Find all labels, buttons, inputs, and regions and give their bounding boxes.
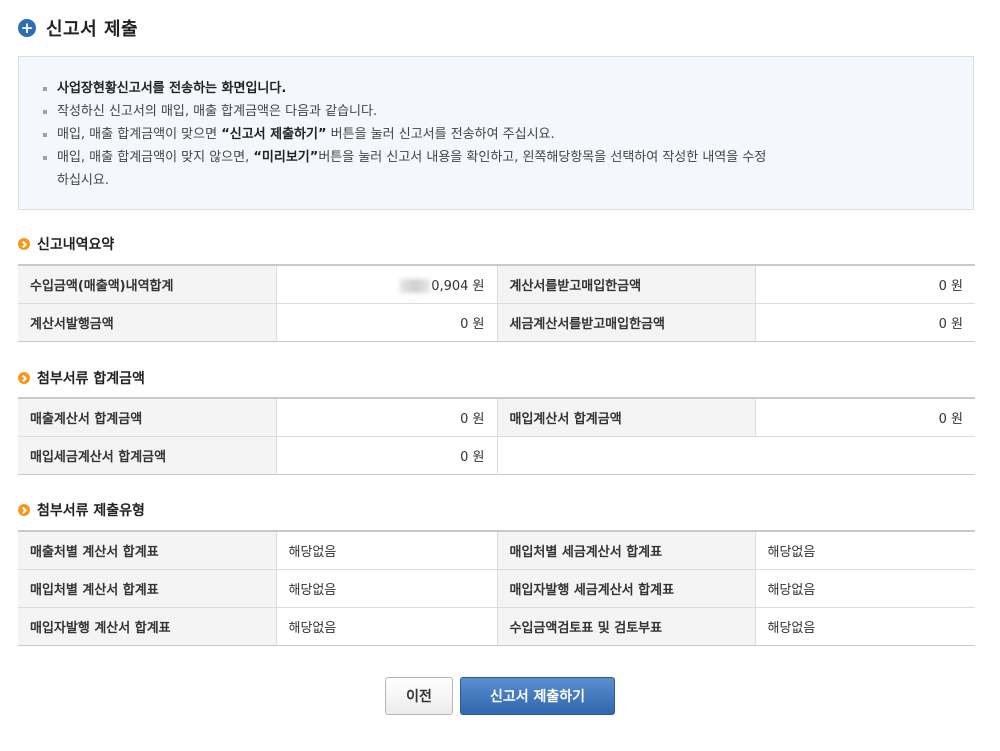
- table-value: 해당없음: [276, 607, 498, 645]
- table-row: 매출계산서 합계금액 0 원 매입계산서 합계금액 0 원: [18, 398, 975, 437]
- table-label: 매입처별 세금계산서 합계표: [497, 531, 756, 570]
- notice-box: 사업장현황신고서를 전송하는 화면입니다. 작성하신 신고서의 매입, 매출 합…: [18, 56, 974, 210]
- table-label: 매입세금계산서 합계금액: [18, 436, 277, 474]
- attach-type-table: 매출처별 계산서 합계표 해당없음 매입처별 세금계산서 합계표 해당없음 매입…: [18, 530, 975, 646]
- table-empty-cell: [755, 436, 975, 474]
- table-label: 매입자발행 세금계산서 합계표: [497, 569, 756, 608]
- table-row: 매입처별 계산서 합계표 해당없음 매입자발행 세금계산서 합계표 해당없음: [18, 569, 975, 608]
- table-value: 0 원: [938, 316, 963, 332]
- summary-table: 수입금액(매출액)내역합계 0,904 원 계산서를받고매입한금액 0 원 계산…: [18, 264, 975, 342]
- table-empty-cell: [497, 436, 755, 474]
- chevron-bullet-icon: [18, 238, 30, 250]
- attach-total-table: 매출계산서 합계금액 0 원 매입계산서 합계금액 0 원 매입세금계산서 합계…: [18, 397, 975, 475]
- table-value: 해당없음: [767, 620, 816, 636]
- table-label: 매입자발행 계산서 합계표: [18, 607, 277, 645]
- page-title: 신고서 제출: [46, 19, 139, 40]
- table-label: 매출계산서 합계금액: [18, 398, 277, 437]
- notice-text: 버튼을 눌러 신고서 내용을 확인하고, 왼쪽해당항목을 선택하여 작성한 내역…: [318, 150, 767, 165]
- notice-text: 매입, 매출 합계금액이 맞지 않으면,: [57, 150, 254, 165]
- plus-circle-icon: +: [18, 19, 36, 37]
- notice-line-2: 작성하신 신고서의 매입, 매출 합계금액은 다음과 같습니다.: [43, 100, 973, 123]
- section-title-attach-total: 첨부서류 합계금액: [18, 368, 145, 388]
- table-label: 세금계산서를받고매입한금액: [497, 303, 756, 341]
- notice-text: 매입, 매출 합계금액이 맞으면: [57, 127, 222, 142]
- notice-line-4: 매입, 매출 합계금액이 맞지 않으면, “미리보기”버튼을 눌러 신고서 내용…: [43, 146, 973, 169]
- chevron-bullet-icon: [18, 372, 30, 384]
- table-value: 0 원: [276, 303, 498, 341]
- table-row: 매입세금계산서 합계금액 0 원: [18, 436, 975, 474]
- table-value: 0 원: [755, 398, 975, 437]
- section-title-summary: 신고내역요약: [18, 234, 114, 254]
- notice-line-4-cont: 하십시요.: [57, 173, 109, 188]
- table-value: 해당없음: [276, 531, 498, 570]
- table-value: 해당없음: [755, 531, 975, 570]
- notice-text: 작성하신 신고서의 매입, 매출 합계금액은 다음과 같습니다.: [57, 104, 378, 119]
- chevron-bullet-icon: [18, 504, 30, 516]
- prev-button[interactable]: 이전: [385, 677, 453, 715]
- table-label: 계산서발행금액: [18, 303, 277, 341]
- submit-report-button[interactable]: 신고서 제출하기: [460, 677, 615, 715]
- table-label: 매출처별 계산서 합계표: [18, 531, 277, 570]
- table-value: 0 원: [276, 398, 498, 437]
- notice-line-1: 사업장현황신고서를 전송하는 화면입니다.: [43, 77, 973, 100]
- page-header: + 신고서 제출: [18, 14, 138, 42]
- section-title-text: 신고내역요약: [37, 237, 115, 253]
- table-row: 수입금액(매출액)내역합계 0,904 원 계산서를받고매입한금액 0 원: [18, 265, 975, 304]
- section-title-text: 첨부서류 합계금액: [37, 371, 145, 387]
- table-row: 매출처별 계산서 합계표 해당없음 매입처별 세금계산서 합계표 해당없음: [18, 531, 975, 570]
- section-title-text: 첨부서류 제출유형: [37, 503, 145, 519]
- table-label: 계산서를받고매입한금액: [497, 265, 756, 304]
- notice-emphasis: “미리보기”: [253, 150, 319, 165]
- notice-emphasis: “신고서 제출하기”: [221, 127, 327, 142]
- table-value: 0,904 원: [276, 265, 498, 304]
- table-value: 0 원: [276, 436, 498, 474]
- section-title-attach-type: 첨부서류 제출유형: [18, 500, 145, 520]
- notice-text: 사업장현황신고서를 전송하는 화면입니다.: [57, 81, 287, 96]
- table-label: 매입계산서 합계금액: [497, 398, 756, 437]
- table-row: 매입자발행 계산서 합계표 해당없음 수입금액검토표 및 검토부표 해당없음: [18, 607, 975, 645]
- table-value: 해당없음: [755, 569, 975, 608]
- table-label: 수입금액검토표 및 검토부표: [497, 607, 756, 645]
- table-label: 수입금액(매출액)내역합계: [18, 265, 277, 304]
- notice-text: 버튼을 눌러 신고서를 전송하여 주십시요.: [326, 127, 555, 142]
- table-value: 0 원: [755, 265, 975, 304]
- table-label: 매입처별 계산서 합계표: [18, 569, 277, 608]
- table-value-text: 0,904 원: [431, 278, 485, 294]
- redacted-mark: [400, 279, 431, 294]
- notice-line-3: 매입, 매출 합계금액이 맞으면 “신고서 제출하기” 버튼을 눌러 신고서를 …: [43, 123, 973, 146]
- table-value: 해당없음: [276, 569, 498, 608]
- table-row: 계산서발행금액 0 원 세금계산서를받고매입한금액 0 원: [18, 303, 975, 341]
